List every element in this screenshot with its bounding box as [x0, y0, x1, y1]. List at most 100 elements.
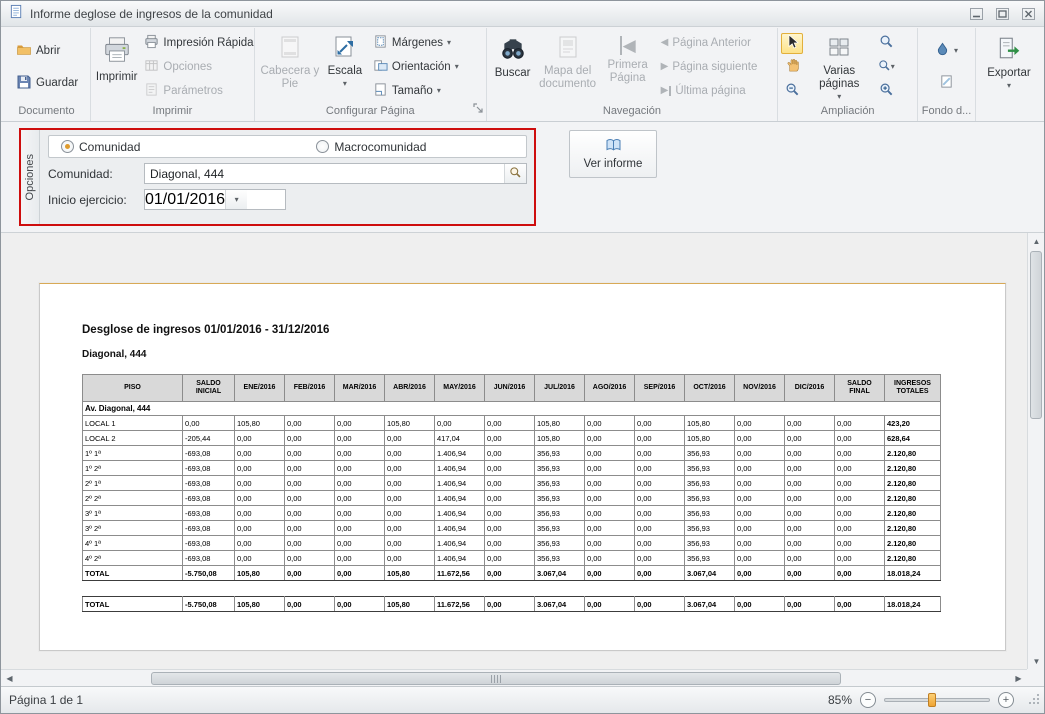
opciones-impresion-button[interactable]: Opciones: [139, 56, 217, 78]
horizontal-scrollbar[interactable]: ◀ ▶: [1, 669, 1027, 686]
column-header: MAY/2016: [435, 375, 485, 402]
table-cell: 1.406,94: [435, 506, 485, 521]
zoom-slider[interactable]: [884, 692, 990, 708]
table-cell: 4º 2ª: [83, 551, 183, 566]
radio-comunidad[interactable]: Comunidad: [61, 140, 140, 154]
ultima-pagina-button[interactable]: ▶ Última página: [656, 80, 751, 102]
preview-viewport[interactable]: Desglose de ingresos 01/01/2016 - 31/12/…: [1, 233, 1027, 669]
table-cell: 2.120,80: [885, 536, 941, 551]
window-title: Informe deglose de ingresos de la comuni…: [30, 7, 273, 21]
table-cell: 1.406,94: [435, 491, 485, 506]
inicio-ejercicio-combo[interactable]: 01/01/2016 ▾: [144, 189, 286, 210]
table-cell: -693,08: [183, 491, 235, 506]
ver-informe-button[interactable]: Ver informe: [569, 130, 657, 178]
title-bar: Informe deglose de ingresos de la comuni…: [1, 1, 1044, 27]
table-cell: 0,00: [585, 521, 635, 536]
vertical-scrollbar-thumb[interactable]: [1030, 251, 1042, 419]
table-cell: -693,08: [183, 476, 235, 491]
radio-macrocomunidad[interactable]: Macrocomunidad: [316, 140, 426, 154]
pointer-tool-button[interactable]: [781, 33, 803, 54]
ribbon-group-configurar: Cabecera y Pie Escala ▾ Márgenes ▾ Ori: [255, 28, 487, 121]
zoom-dropdown-button[interactable]: ▾: [875, 57, 897, 78]
orientacion-button[interactable]: Orientación ▾: [368, 56, 464, 78]
opciones-panel-tab[interactable]: Opciones: [21, 130, 40, 224]
table-cell: 0,00: [585, 597, 635, 612]
ribbon-group-navegacion: Buscar Mapa del documento ◀ Primera Pági…: [487, 28, 779, 121]
zoom-in-button[interactable]: [875, 80, 897, 101]
table-cell: 0,00: [635, 446, 685, 461]
pagina-anterior-button[interactable]: ◀ Página Anterior: [656, 32, 756, 54]
dropdown-arrow-icon: ▾: [455, 63, 459, 71]
mapa-documento-button[interactable]: Mapa del documento: [536, 30, 600, 104]
abrir-button[interactable]: Abrir: [11, 40, 65, 62]
comunidad-search-button[interactable]: [504, 164, 526, 183]
close-button[interactable]: [1021, 7, 1036, 21]
column-header: JUL/2016: [535, 375, 585, 402]
scroll-left-icon[interactable]: ◀: [1, 670, 18, 686]
table-cell: 3.067,04: [685, 597, 735, 612]
zoom-button[interactable]: [875, 33, 897, 54]
zoom-out-button[interactable]: [781, 80, 803, 101]
app-window: Informe deglose de ingresos de la comuni…: [0, 0, 1045, 714]
minimize-button[interactable]: [969, 7, 984, 21]
table-cell: 356,93: [535, 491, 585, 506]
tamano-button[interactable]: Tamaño ▾: [368, 80, 446, 102]
table-cell: TOTAL: [83, 566, 183, 581]
preview-area[interactable]: Desglose de ingresos 01/01/2016 - 31/12/…: [1, 232, 1044, 686]
margins-icon: [373, 34, 388, 52]
ribbon: Abrir Guardar Documento Imprimir Impr: [1, 27, 1044, 122]
scroll-down-icon[interactable]: ▼: [1028, 653, 1044, 669]
quick-print-icon: [144, 34, 159, 52]
zoom-in-button[interactable]: +: [998, 692, 1014, 708]
table-cell: 0,00: [585, 431, 635, 446]
varias-paginas-button[interactable]: Varias páginas ▾: [806, 30, 872, 104]
imprimir-button[interactable]: Imprimir: [94, 30, 140, 104]
exportar-button[interactable]: Exportar ▾: [979, 30, 1039, 121]
buscar-button[interactable]: Buscar: [490, 30, 536, 104]
combo-dropdown-button[interactable]: ▾: [225, 190, 247, 209]
maximize-button[interactable]: [995, 7, 1010, 21]
table-cell: 0,00: [485, 597, 535, 612]
primera-pagina-button[interactable]: ◀ Primera Página: [600, 30, 656, 104]
marca-agua-button[interactable]: [934, 72, 959, 94]
table-cell: 2.120,80: [885, 476, 941, 491]
table-cell: 0,00: [385, 446, 435, 461]
report-table-header-row: PISOSALDO INICIALENE/2016FEB/2016MAR/201…: [83, 375, 941, 402]
margenes-button[interactable]: Márgenes ▾: [368, 32, 456, 54]
column-header: INGRESOS TOTALES: [885, 375, 941, 402]
ribbon-group-documento: Abrir Guardar Documento: [3, 28, 91, 121]
comunidad-label: Comunidad:: [48, 167, 144, 181]
impresion-rapida-button[interactable]: Impresión Rápida: [139, 32, 258, 54]
column-header: SALDO FINAL: [835, 375, 885, 402]
table-cell: 0,00: [335, 476, 385, 491]
resize-grip-icon[interactable]: [1028, 693, 1040, 708]
pagina-siguiente-button[interactable]: ▶ Página siguiente: [656, 56, 763, 78]
dropdown-arrow-icon: ▾: [1007, 82, 1011, 90]
dialog-launcher-icon[interactable]: [473, 101, 484, 119]
table-cell: 0,00: [735, 431, 785, 446]
table-cell: 0,00: [385, 491, 435, 506]
parametros-button[interactable]: Parámetros: [139, 80, 227, 102]
column-header: ENE/2016: [235, 375, 285, 402]
table-cell: 3.067,04: [535, 566, 585, 581]
zoom-slider-thumb[interactable]: [928, 693, 936, 707]
binoculars-icon: [500, 35, 526, 65]
scroll-right-icon[interactable]: ▶: [1010, 670, 1027, 686]
color-fondo-button[interactable]: ▾: [930, 40, 963, 62]
table-cell: 0,00: [485, 431, 535, 446]
table-cell: 356,93: [685, 446, 735, 461]
zoom-in-icon: [879, 82, 894, 100]
cabecera-pie-button[interactable]: Cabecera y Pie: [258, 30, 322, 104]
table-row: LOCAL 10,00105,800,000,00105,800,000,001…: [83, 416, 941, 431]
hand-tool-button[interactable]: [781, 57, 803, 78]
comunidad-field[interactable]: Diagonal, 444: [144, 163, 527, 184]
report-book-icon: [605, 138, 622, 155]
vertical-scrollbar[interactable]: ▲ ▼: [1027, 233, 1044, 669]
horizontal-scrollbar-thumb[interactable]: [151, 672, 841, 685]
column-header: MAR/2016: [335, 375, 385, 402]
zoom-out-button[interactable]: −: [860, 692, 876, 708]
guardar-button[interactable]: Guardar: [11, 72, 83, 94]
table-cell: 2º 1ª: [83, 476, 183, 491]
escala-button[interactable]: Escala ▾: [322, 30, 368, 104]
scroll-up-icon[interactable]: ▲: [1028, 233, 1044, 249]
